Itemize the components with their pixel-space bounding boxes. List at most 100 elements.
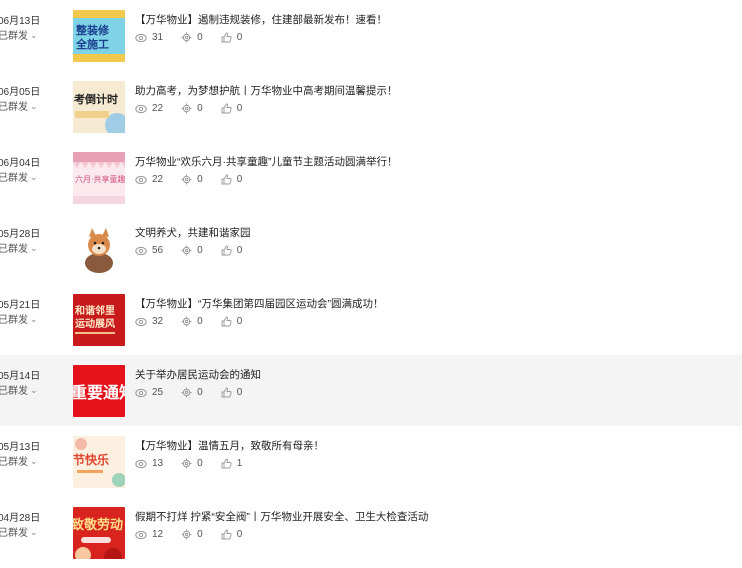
eye-icon — [135, 530, 147, 539]
article-thumbnail[interactable] — [73, 223, 125, 275]
shares-count: 0 — [197, 174, 203, 185]
shares-count: 0 — [197, 103, 203, 114]
article-title[interactable]: 万华物业“欢乐六月·共享童趣”儿童节主题活动圆满举行！ — [135, 154, 398, 169]
article-stats: 12 0 0 — [135, 529, 260, 540]
views-stat: 13 — [135, 458, 163, 469]
chevron-down-icon: ⌄ — [30, 30, 38, 40]
article-title[interactable]: 【万华物业】温情五月，致敬所有母亲！ — [135, 438, 324, 453]
likes-count: 1 — [236, 458, 243, 469]
article-thumbnail[interactable]: 节快乐 — [73, 436, 125, 488]
thumbs-up-icon — [221, 245, 232, 256]
status-dropdown[interactable]: 已群发 ⌄ — [0, 169, 38, 184]
shares-stat: 0 — [181, 387, 203, 398]
publish-date: 05月13日 — [0, 442, 41, 453]
status-dropdown[interactable]: 已群发 ⌄ — [0, 240, 38, 255]
shares-count: 0 — [197, 32, 203, 43]
article-title[interactable]: 假期不打烊 拧紧“安全阀”丨万华物业开展安全、卫生大检查活动 — [135, 509, 428, 524]
status-dropdown[interactable]: 已群发 ⌄ — [0, 27, 38, 42]
likes-stat: 1 — [221, 458, 243, 469]
likes-count: 0 — [236, 103, 243, 114]
likes-count: 0 — [236, 32, 243, 43]
views-count: 31 — [152, 32, 164, 43]
likes-count: 0 — [236, 316, 243, 327]
thumbs-up-icon — [221, 387, 232, 398]
views-stat: 32 — [135, 316, 163, 327]
likes-count: 0 — [236, 529, 243, 540]
shares-stat: 0 — [181, 529, 203, 540]
chevron-down-icon: ⌄ — [30, 172, 38, 182]
views-count: 12 — [152, 529, 164, 540]
share-gear-icon — [181, 387, 192, 398]
eye-icon — [135, 459, 147, 468]
publish-date: 06月13日 — [0, 16, 41, 27]
article-thumbnail[interactable]: 考倒计时 — [73, 81, 125, 133]
status-dropdown[interactable]: 已群发 ⌄ — [0, 98, 38, 113]
article-title[interactable]: 【万华物业】遏制违规装修，住建部最新发布！速看！ — [135, 12, 387, 27]
thumbs-up-icon — [221, 103, 232, 114]
share-gear-icon — [181, 245, 192, 256]
status-label: 已群发 — [0, 457, 28, 468]
likes-stat: 0 — [221, 103, 243, 114]
shares-count: 0 — [197, 458, 203, 469]
status-dropdown[interactable]: 已群发 ⌄ — [0, 311, 38, 326]
article-thumbnail[interactable]: 致敬劳动 — [73, 507, 125, 559]
status-label: 已群发 — [0, 173, 28, 184]
article-thumbnail[interactable]: 和谐邻里 运动展风 — [73, 294, 125, 346]
shares-count: 0 — [197, 245, 203, 256]
chevron-down-icon: ⌄ — [30, 456, 38, 466]
thumbs-up-icon — [221, 316, 232, 327]
views-stat: 25 — [135, 387, 163, 398]
publish-date: 06月04日 — [0, 158, 41, 169]
likes-stat: 0 — [221, 316, 243, 327]
status-label: 已群发 — [0, 102, 28, 113]
article-stats: 25 0 0 — [135, 387, 260, 398]
views-stat: 31 — [135, 32, 163, 43]
svg-text:重要通知: 重要通知 — [73, 383, 125, 402]
svg-text:和谐邻里: 和谐邻里 — [74, 304, 115, 317]
article-thumbnail[interactable]: 重要通知 — [73, 365, 125, 417]
publish-date: 04月28日 — [0, 513, 41, 524]
thumbs-up-icon — [221, 174, 232, 185]
svg-text:整装修: 整装修 — [75, 23, 110, 37]
views-count: 13 — [152, 458, 164, 469]
status-label: 已群发 — [0, 315, 28, 326]
status-dropdown[interactable]: 已群发 ⌄ — [0, 524, 38, 539]
status-label: 已群发 — [0, 31, 28, 42]
article-stats: 22 0 0 — [135, 174, 260, 185]
article-title[interactable]: 文明养犬，共建和谐家园 — [135, 225, 251, 240]
chevron-down-icon: ⌄ — [30, 101, 38, 111]
svg-text:六月·共享童趣: 六月·共享童趣 — [75, 174, 125, 184]
article-stats: 22 0 0 — [135, 103, 260, 114]
shares-stat: 0 — [181, 316, 203, 327]
svg-text:考倒计时: 考倒计时 — [74, 92, 118, 106]
status-label: 已群发 — [0, 244, 28, 255]
status-label: 已群发 — [0, 528, 28, 539]
article-thumbnail[interactable]: 整装修 全施工 — [73, 10, 125, 62]
article-stats: 32 0 0 — [135, 316, 260, 327]
article-title[interactable]: 【万华物业】“万华集团第四届园区运动会”圆满成功！ — [135, 296, 384, 311]
article-stats: 13 0 1 — [135, 458, 260, 469]
chevron-down-icon: ⌄ — [30, 314, 38, 324]
svg-text:节快乐: 节快乐 — [73, 452, 109, 467]
likes-count: 0 — [236, 174, 243, 185]
list-item: 05月13日 已群发⌄ 节快乐 【万华物业】温情五月，致敬所有母亲！ 13 0 — [0, 426, 742, 497]
share-gear-icon — [181, 316, 192, 327]
likes-stat: 0 — [221, 529, 243, 540]
article-title[interactable]: 关于举办居民运动会的通知 — [135, 367, 261, 382]
chevron-down-icon: ⌄ — [30, 243, 38, 253]
article-title[interactable]: 助力高考，为梦想护航丨万华物业中高考期间温馨提示！ — [135, 83, 398, 98]
svg-text:运动展风: 运动展风 — [75, 317, 115, 330]
article-stats: 56 0 0 — [135, 245, 260, 256]
list-item: 06月13日 已群发 ⌄ 整装修 全施工 【万华物业】遏制违规装修，住建部最新发布… — [0, 0, 742, 71]
thumbs-up-icon — [221, 529, 232, 540]
status-dropdown[interactable]: 已群发 ⌄ — [0, 453, 38, 468]
status-dropdown[interactable]: 已群发 ⌄ — [0, 382, 38, 397]
eye-icon — [135, 104, 147, 113]
share-gear-icon — [181, 458, 192, 469]
article-thumbnail[interactable]: 六月·共享童趣 — [73, 152, 125, 204]
thumbs-up-icon — [221, 458, 232, 469]
chevron-down-icon: ⌄ — [30, 385, 38, 395]
eye-icon — [135, 246, 147, 255]
views-count: 56 — [152, 245, 164, 256]
share-gear-icon — [181, 103, 192, 114]
